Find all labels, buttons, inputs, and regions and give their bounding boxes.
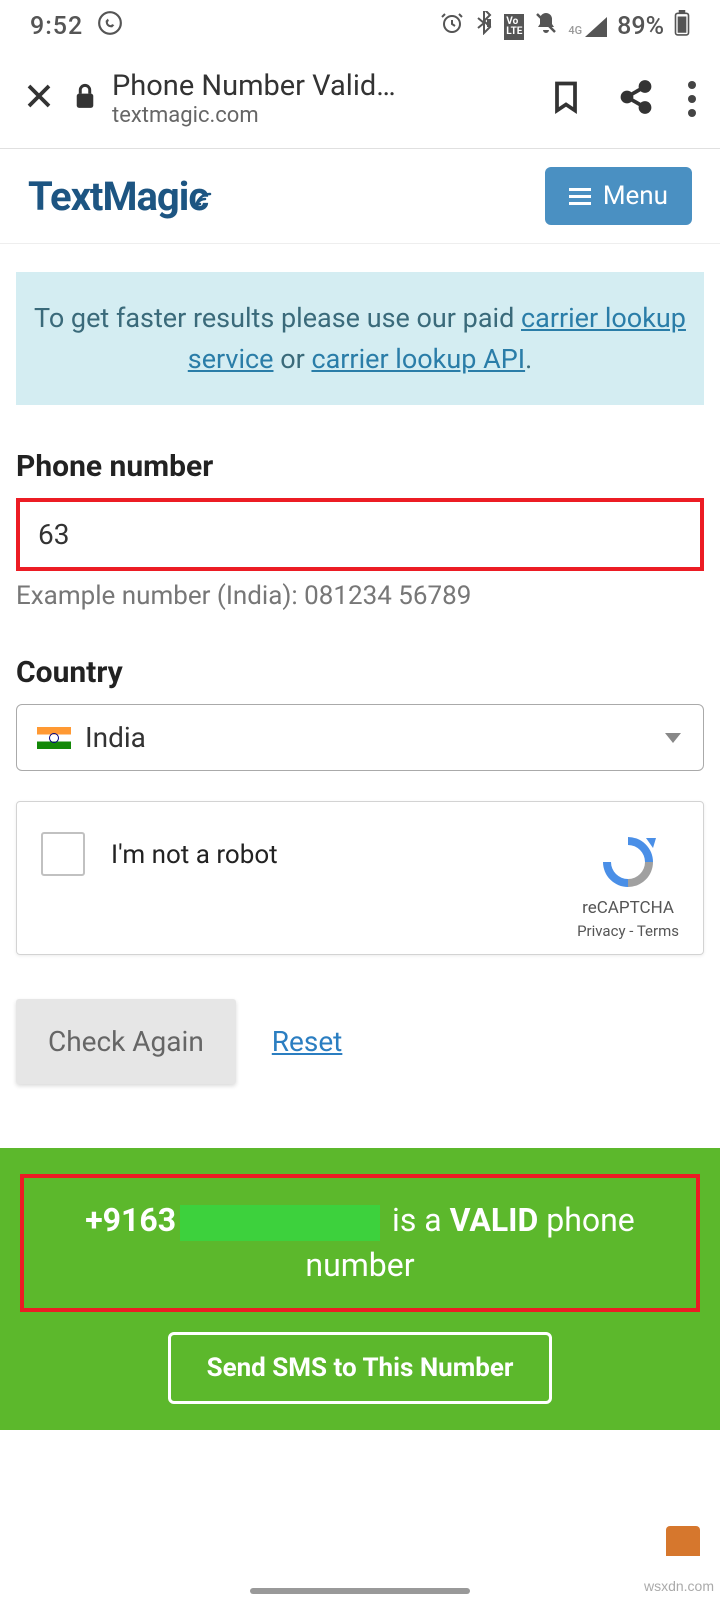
result-prefix: +9163 — [85, 1201, 176, 1239]
bookmark-icon[interactable] — [548, 79, 584, 119]
browser-bar: Phone Number Valid… textmagic.com — [0, 53, 720, 149]
result-box: +9163 is a VALID phone number Send SMS t… — [0, 1148, 720, 1430]
valid-word: VALID — [450, 1201, 539, 1239]
lock-icon — [74, 83, 96, 115]
recaptcha-checkbox[interactable] — [41, 832, 85, 876]
notification-mute-icon — [534, 11, 558, 42]
send-sms-button[interactable]: Send SMS to This Number — [168, 1332, 553, 1404]
bluetooth-icon — [474, 11, 494, 42]
recaptcha-brand: reCAPTCHA — [577, 898, 679, 918]
battery-percent: 89% — [617, 12, 664, 41]
battery-icon — [674, 10, 690, 43]
reset-link[interactable]: Reset — [272, 1025, 343, 1058]
phone-input[interactable] — [38, 518, 682, 551]
carrier-lookup-api-link[interactable]: carrier lookup API — [311, 343, 525, 375]
country-select[interactable]: India — [16, 704, 704, 771]
hamburger-icon — [569, 188, 591, 205]
check-again-button[interactable]: Check Again — [16, 999, 236, 1084]
more-icon[interactable] — [688, 81, 696, 117]
recaptcha: I'm not a robot reCAPTCHA Privacy - Term… — [16, 801, 704, 955]
whatsapp-icon — [97, 10, 123, 43]
page-domain: textmagic.com — [112, 103, 528, 128]
textmagic-logo[interactable]: TextMagic — [28, 173, 208, 220]
signal-icon: 4G — [568, 17, 607, 37]
phone-label: Phone number — [16, 449, 704, 484]
watermark: wsxdn.com — [644, 1578, 714, 1594]
redacted-number — [180, 1205, 380, 1241]
status-time: 9:52 — [30, 12, 83, 41]
status-bar: 9:52 VoLTE 4G 89% — [0, 0, 720, 53]
example-text: Example number (India): 081234 56789 — [16, 581, 704, 611]
scroll-top-icon[interactable] — [666, 1526, 700, 1556]
notice-banner: To get faster results please use our pai… — [16, 272, 704, 405]
menu-button[interactable]: Menu — [545, 167, 692, 225]
result-highlight: +9163 is a VALID phone number — [20, 1174, 700, 1312]
url-area[interactable]: Phone Number Valid… textmagic.com — [74, 69, 528, 128]
country-label: Country — [16, 655, 704, 690]
share-icon[interactable] — [618, 79, 654, 119]
recaptcha-label: I'm not a robot — [111, 832, 551, 870]
country-value: India — [85, 721, 146, 754]
home-indicator[interactable] — [250, 1588, 470, 1594]
site-header: TextMagic Menu — [0, 149, 720, 244]
phone-input-highlight — [16, 498, 704, 571]
volte-icon: VoLTE — [504, 14, 524, 40]
recaptcha-links[interactable]: Privacy - Terms — [577, 922, 679, 940]
recaptcha-icon — [598, 832, 658, 892]
close-icon[interactable] — [24, 78, 54, 120]
page-title: Phone Number Valid… — [112, 69, 528, 103]
alarm-icon — [440, 11, 464, 42]
india-flag-icon — [37, 727, 71, 749]
